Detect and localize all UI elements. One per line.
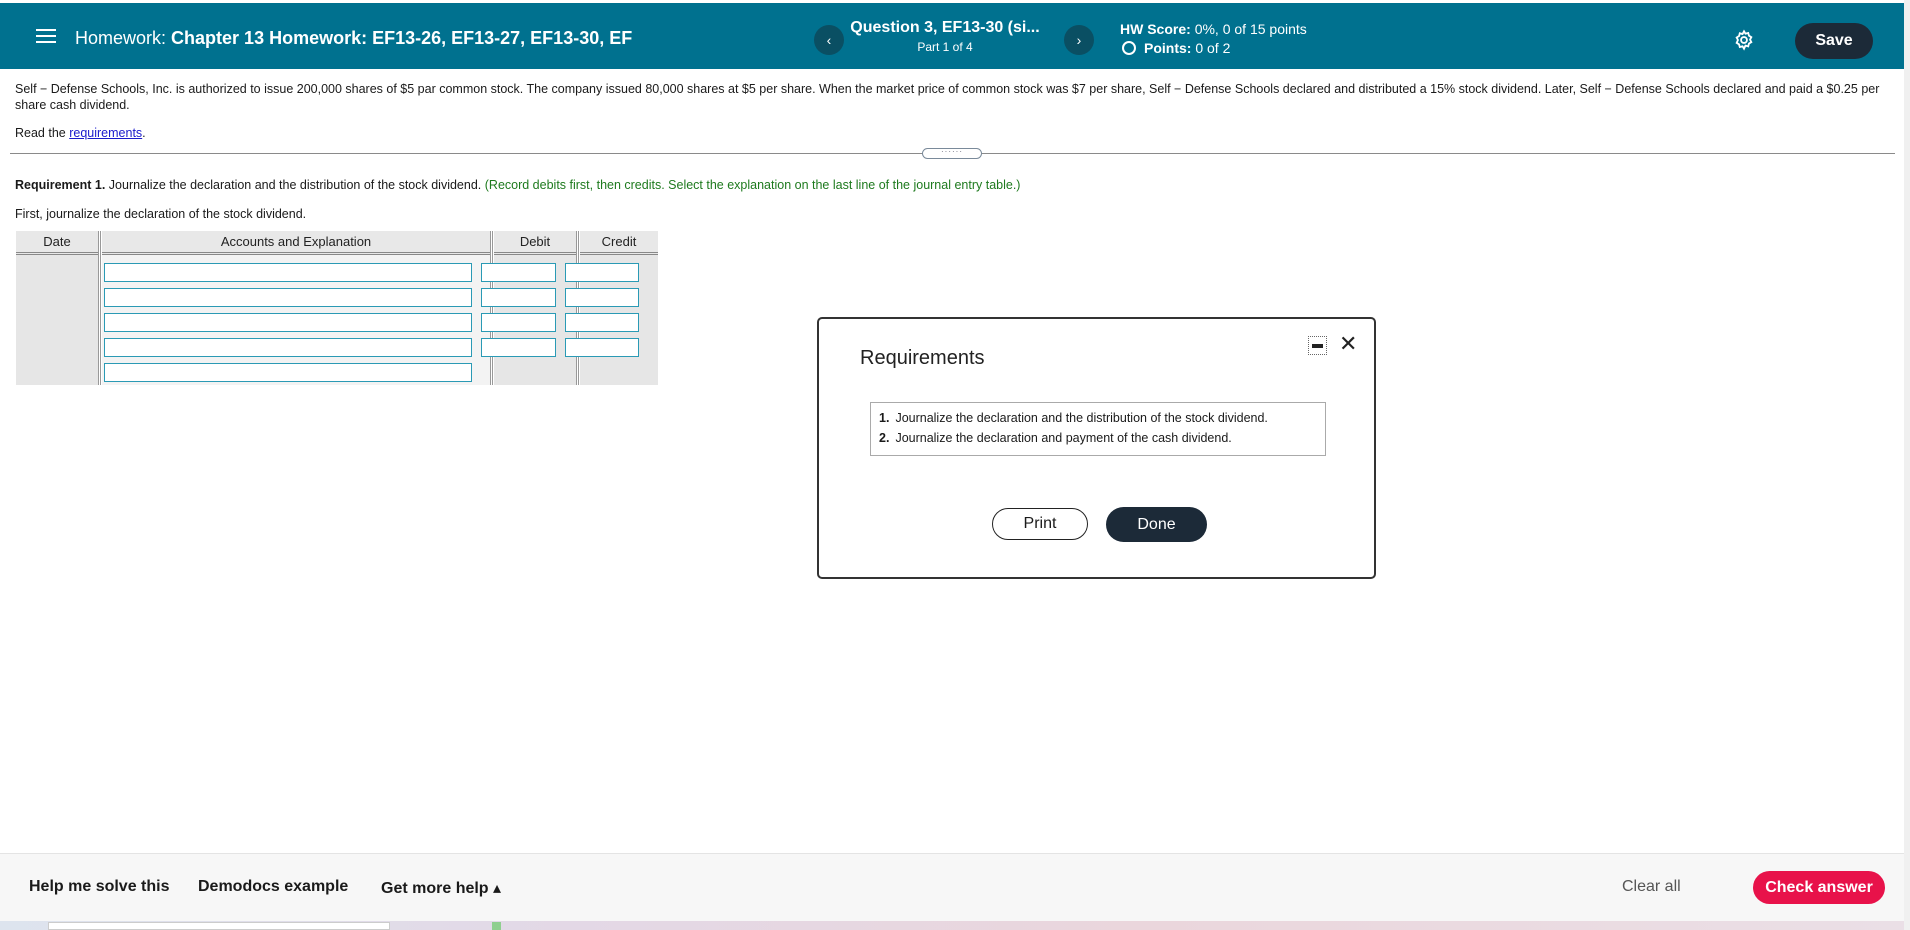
debit-input-2[interactable] bbox=[481, 288, 556, 307]
list-item-number: 2. bbox=[879, 431, 890, 445]
requirement-1: Requirement 1. Journalize the declaratio… bbox=[15, 178, 1020, 192]
journal-entry-table: Date Accounts and Explanation Debit Cred… bbox=[16, 231, 658, 385]
homework-label: Homework: bbox=[75, 28, 167, 48]
gear-icon[interactable] bbox=[1733, 29, 1755, 51]
column-header-accounts: Accounts and Explanation bbox=[102, 231, 490, 255]
previous-question-button[interactable]: ‹ bbox=[814, 25, 844, 55]
list-item: 1. Journalize the declaration and the dis… bbox=[879, 408, 1317, 428]
column-header-credit: Credit bbox=[580, 231, 658, 255]
list-item: 2. Journalize the declaration and payment… bbox=[879, 428, 1317, 448]
problem-text: Self − Defense Schools, Inc. is authoriz… bbox=[15, 82, 1880, 112]
get-more-help-button[interactable]: Get more help ▴ bbox=[381, 878, 501, 898]
requirement-1-text: Journalize the declaration and the distr… bbox=[108, 178, 482, 192]
done-button[interactable]: Done bbox=[1106, 507, 1207, 542]
save-button[interactable]: Save bbox=[1795, 23, 1873, 59]
column-header-date: Date bbox=[16, 231, 98, 255]
credit-input-2[interactable] bbox=[565, 288, 639, 307]
read-suffix: . bbox=[142, 126, 146, 140]
credit-input-1[interactable] bbox=[565, 263, 639, 282]
column-header-debit: Debit bbox=[494, 231, 576, 255]
list-item-text: Journalize the declaration and payment o… bbox=[895, 431, 1232, 445]
requirements-link[interactable]: requirements bbox=[69, 126, 142, 140]
footer-bar: Help me solve this Demodocs example Get … bbox=[0, 853, 1904, 921]
requirement-1-label: Requirement 1. bbox=[15, 178, 106, 192]
read-prefix: Read the bbox=[15, 126, 66, 140]
taskbar-indicator bbox=[492, 922, 501, 930]
instruction-line: First, journalize the declaration of the… bbox=[15, 207, 307, 221]
points-circle-icon bbox=[1122, 41, 1136, 55]
scrollbar[interactable] bbox=[1904, 0, 1910, 930]
pane-resize-handle[interactable]: ······ bbox=[922, 148, 982, 159]
menu-icon[interactable] bbox=[36, 29, 56, 45]
requirements-list: 1. Journalize the declaration and the dis… bbox=[870, 402, 1326, 456]
help-me-solve-button[interactable]: Help me solve this bbox=[29, 878, 170, 896]
check-answer-button[interactable]: Check answer bbox=[1753, 871, 1885, 904]
date-column bbox=[16, 255, 98, 385]
column-separator bbox=[576, 231, 579, 385]
question-part: Part 1 of 4 bbox=[917, 40, 973, 54]
header-bar: Homework: Chapter 13 Homework: EF13-26, … bbox=[0, 3, 1904, 69]
points: Points: 0 of 2 bbox=[1122, 40, 1230, 56]
list-item-number: 1. bbox=[879, 411, 890, 425]
column-separator bbox=[490, 231, 493, 385]
credit-input-4[interactable] bbox=[565, 338, 639, 357]
close-icon[interactable]: ✕ bbox=[1339, 333, 1357, 355]
account-input-4[interactable] bbox=[104, 338, 472, 357]
debit-input-3[interactable] bbox=[481, 313, 556, 332]
dialog-title: Requirements bbox=[860, 347, 985, 369]
taskbar-window[interactable] bbox=[48, 922, 390, 930]
homework-title: Homework: Chapter 13 Homework: EF13-26, … bbox=[75, 28, 632, 49]
read-requirements: Read the requirements. bbox=[15, 126, 146, 140]
debit-input-1[interactable] bbox=[481, 263, 556, 282]
hw-score-value: 0%, 0 of 15 points bbox=[1194, 21, 1307, 37]
account-input-1[interactable] bbox=[104, 263, 472, 282]
points-label: Points: bbox=[1144, 40, 1192, 56]
minimize-icon[interactable] bbox=[1308, 336, 1327, 355]
account-input-2[interactable] bbox=[104, 288, 472, 307]
points-value: 0 of 2 bbox=[1195, 40, 1231, 56]
account-input-3[interactable] bbox=[104, 313, 472, 332]
clear-all-button[interactable]: Clear all bbox=[1622, 878, 1681, 896]
hw-score: HW Score: 0%, 0 of 15 points bbox=[1120, 21, 1307, 37]
question-title: Question 3, EF13-30 (si... bbox=[850, 19, 1040, 36]
explanation-input[interactable] bbox=[104, 363, 472, 382]
column-separator bbox=[98, 231, 101, 385]
list-item-text: Journalize the declaration and the distr… bbox=[895, 411, 1268, 425]
requirement-1-hint: (Record debits first, then credits. Sele… bbox=[484, 178, 1021, 192]
debit-input-4[interactable] bbox=[481, 338, 556, 357]
demodocs-example-button[interactable]: Demodocs example bbox=[198, 878, 348, 896]
requirements-dialog: Requirements ✕ 1. Journalize the declarat… bbox=[817, 317, 1376, 579]
next-question-button[interactable]: › bbox=[1064, 25, 1094, 55]
credit-input-3[interactable] bbox=[565, 313, 639, 332]
print-button[interactable]: Print bbox=[992, 508, 1088, 540]
homework-name: Chapter 13 Homework: EF13-26, EF13-27, E… bbox=[171, 28, 633, 48]
hw-score-label: HW Score: bbox=[1120, 21, 1191, 37]
